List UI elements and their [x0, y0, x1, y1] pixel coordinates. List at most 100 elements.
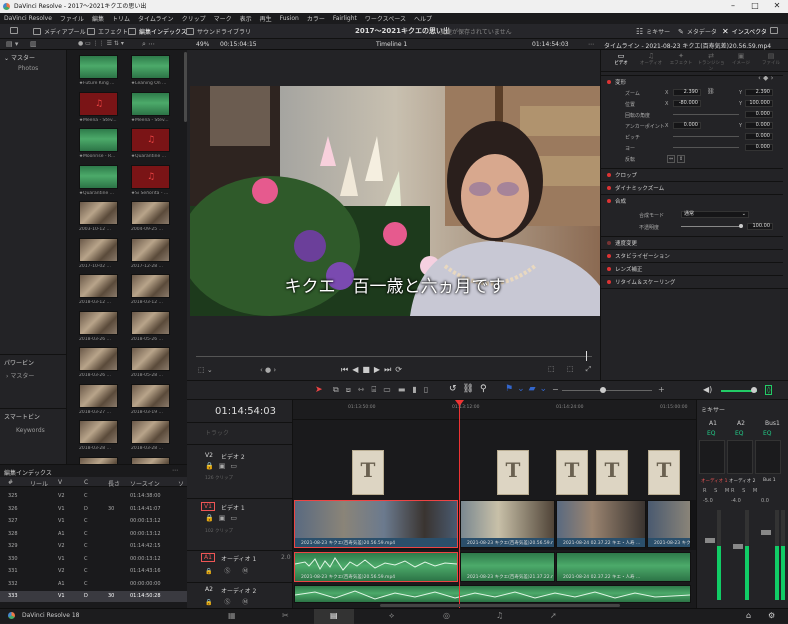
media-thumbnail[interactable]	[131, 237, 170, 262]
composite-mode-select[interactable]: 通常 ⌄	[681, 211, 749, 218]
media-thumbnail[interactable]	[131, 55, 170, 79]
pitch-slider[interactable]	[673, 136, 739, 137]
menu-item[interactable]: ヘルプ	[414, 14, 432, 23]
link-icon[interactable]: ⛓	[707, 88, 715, 95]
media-thumbnail[interactable]	[79, 237, 118, 262]
eq-a1[interactable]: EQ	[707, 430, 716, 437]
media-thumbnail[interactable]	[131, 310, 170, 335]
layout-toggle[interactable]	[10, 27, 18, 34]
audio-clip[interactable]: 2021-08-23 キクエ(百寿気差)20.56.59.mp4	[294, 552, 458, 582]
menu-item[interactable]: マーク	[214, 14, 232, 23]
edit-index-row[interactable]: 329 V2 C 01:14:42:15	[0, 541, 187, 552]
media-thumbnail[interactable]	[131, 420, 170, 444]
media-thumbnail[interactable]	[131, 201, 170, 225]
edit-index-row[interactable]: 326 V1 D 30 01:14:41:07	[0, 504, 187, 515]
pitch-field[interactable]: 0.000	[745, 133, 773, 140]
anchor-y-field[interactable]: 0.000	[745, 122, 773, 129]
opacity-slider[interactable]	[681, 226, 741, 227]
position-y-field[interactable]: 100.000	[745, 100, 773, 107]
timeline-playhead[interactable]	[459, 400, 460, 608]
media-thumbnail[interactable]	[131, 347, 170, 371]
edit-index-column-header[interactable]: ソースイン	[130, 479, 160, 488]
media-thumbnail[interactable]: ♫	[79, 91, 118, 116]
menu-item[interactable]: カラー	[307, 14, 325, 23]
inspector-tab[interactable]: ♫ オーディオ	[637, 52, 665, 66]
close-button[interactable]: ✕	[766, 0, 788, 13]
bin-master[interactable]: ⌄ マスター	[4, 53, 35, 62]
sound-library-tab[interactable]: サウンドライブラリ	[186, 27, 251, 36]
video-clip[interactable]: 2021-08-23 キクエ(百寿気差)20.56.59.mp4	[294, 500, 458, 548]
effects-tab[interactable]: エフェクト	[87, 27, 128, 36]
media-thumbnail[interactable]	[79, 164, 118, 189]
bus-output[interactable]: Bus 1	[763, 478, 776, 483]
a1-rsm[interactable]: R S M	[703, 488, 732, 494]
track-a1-controls[interactable]: 🔒 Ⓢ Ⓜ	[205, 566, 253, 575]
sidebar-toggle-icon[interactable]: ▥	[30, 40, 37, 48]
media-thumbnail[interactable]	[79, 383, 118, 408]
media-thumbnail[interactable]: ♫	[131, 164, 170, 189]
transport-controls[interactable]: ⏮◀■▶⏭⟳	[341, 365, 406, 375]
list-view-icon[interactable]: ▤ ▾	[6, 40, 18, 48]
edit-index-column-header[interactable]: ソ	[178, 479, 184, 488]
edit-index-row[interactable]: 328 A1 C 00:00:13:12	[0, 529, 187, 540]
track-v1-id[interactable]: V1	[201, 502, 215, 511]
zoom-slider-handle[interactable]	[600, 387, 606, 393]
inspector-tab[interactable]: ▭ ビデオ	[607, 52, 635, 66]
deliver-page-icon[interactable]: ➚	[550, 611, 557, 620]
mute-icon[interactable]: ◊	[765, 385, 773, 395]
menu-item[interactable]: 表示	[240, 14, 252, 23]
menu-item[interactable]: Fusion	[280, 15, 299, 22]
media-thumbnail[interactable]	[79, 456, 118, 464]
title-clip[interactable]: T	[556, 450, 588, 495]
edit-index-row[interactable]: 330 V1 C 00:00:13:12	[0, 554, 187, 565]
a1-fader[interactable]	[705, 538, 715, 543]
color-page-icon[interactable]: ◎	[443, 611, 450, 620]
edit-index-row[interactable]: 325 V2 C 01:14:38:00	[0, 491, 187, 502]
menu-item[interactable]: ワークスペース	[365, 14, 406, 23]
section-speed[interactable]: 速度変更	[601, 236, 783, 248]
home-icon[interactable]: ⌂	[746, 611, 751, 620]
title-clip[interactable]: T	[497, 450, 529, 495]
fairlight-page-icon[interactable]: ♫	[496, 611, 503, 620]
rotation-field[interactable]: 0.000	[745, 111, 773, 118]
menu-item[interactable]: クリップ	[182, 14, 206, 23]
inspector-tab[interactable]: ✕ インスペクタ	[722, 27, 767, 36]
media-thumbnail[interactable]	[131, 456, 170, 464]
speaker-icon[interactable]: ◀)	[703, 385, 712, 394]
bin-photos[interactable]: Photos	[18, 65, 38, 72]
menu-item[interactable]: タイムライン	[138, 14, 174, 23]
menu-item[interactable]: DaVinci Resolve	[4, 15, 52, 22]
audio-clip[interactable]: 2021-08-23 キクエ(百寿気差)21.37.22.mp4	[460, 552, 555, 582]
media-view-icons[interactable]: ● ▭ ⋮⋮ ☰ ⇅ ▾	[78, 40, 124, 47]
track-a2-name[interactable]: オーディオ 2	[221, 586, 256, 595]
video-clip[interactable]: 2021-08-24 02.37.22 キエ・人寿 ...	[556, 500, 646, 548]
edit-index-column-header[interactable]: V	[58, 479, 62, 486]
eq-a2[interactable]: EQ	[735, 430, 744, 437]
metadata-tab[interactable]: ✎ メタデータ	[678, 27, 717, 37]
media-thumbnail[interactable]	[131, 274, 170, 298]
flag-marker-icons[interactable]: ⚑⌄▰⌄	[505, 384, 551, 394]
edit-index-column-header[interactable]: #	[8, 479, 13, 486]
a1-output[interactable]: オーディオ 1	[701, 478, 727, 484]
edit-index-column-header[interactable]: 長さ	[108, 479, 120, 488]
timeline-zoom-slider[interactable]	[562, 390, 652, 391]
media-thumbnail[interactable]	[79, 128, 118, 152]
viewer-scrubber[interactable]	[196, 356, 592, 357]
menu-item[interactable]: トリム	[112, 14, 130, 23]
track-v2-controls[interactable]: 🔒▣▭	[205, 462, 242, 470]
smartbin-keywords[interactable]: Keywords	[16, 427, 45, 434]
fusion-page-icon[interactable]: ⟡	[389, 611, 394, 621]
viewer-right-controls[interactable]: ⬚ ⬚ ⤢	[548, 365, 596, 374]
media-thumbnail[interactable]	[79, 55, 118, 79]
cut-page-icon[interactable]: ✂	[282, 611, 289, 620]
menu-item[interactable]: 再生	[260, 14, 272, 23]
minimize-button[interactable]: –	[722, 0, 744, 13]
title-clip[interactable]: T	[648, 450, 680, 495]
track-a2-controls[interactable]: 🔒 Ⓢ Ⓜ	[205, 597, 253, 606]
track-a1-id[interactable]: A1	[201, 553, 215, 562]
snap-link-icons[interactable]: ↺⛓⚲	[449, 384, 493, 394]
inspector-tab[interactable]: ▤ ファイル	[757, 52, 785, 66]
opacity-field[interactable]: 100.00	[747, 223, 773, 230]
audio-clip[interactable]: 2021-08-24 02.37.22 キエ・人寿 ...	[556, 552, 691, 582]
enable-dot[interactable]	[607, 80, 611, 84]
